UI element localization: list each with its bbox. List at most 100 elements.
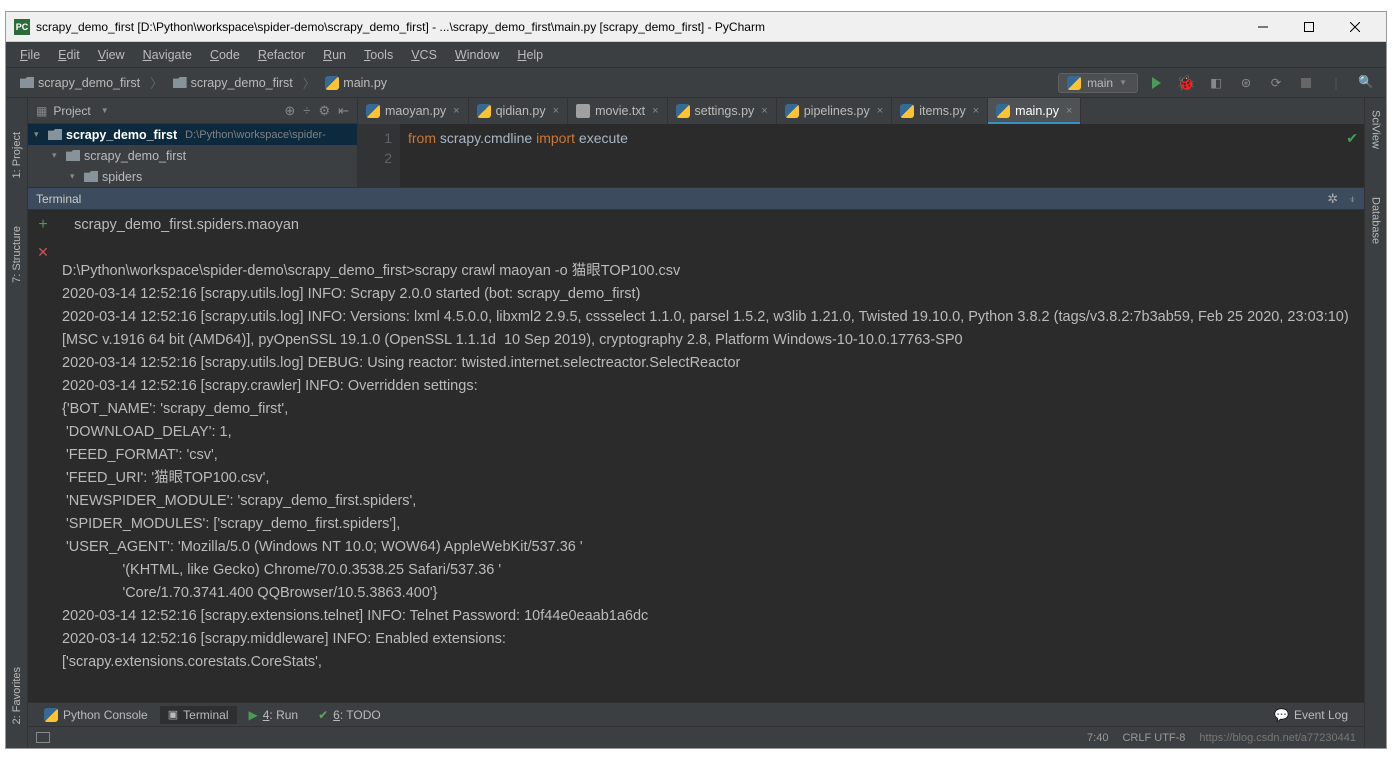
bottom-tab-terminal[interactable]: ▣Terminal [160,706,237,724]
favorites-tool-tab[interactable]: 2: Favorites [9,663,25,728]
sciview-tool-tab[interactable]: SciView [1368,106,1384,153]
python-icon [1067,76,1081,90]
editor-tab[interactable]: qidian.py× [469,98,568,124]
bottom-tab-label: Python Console [63,708,148,722]
close-tab-icon[interactable]: × [1066,105,1072,117]
divide-icon[interactable]: ÷ [303,103,310,119]
tree-caret-icon[interactable]: ▾ [52,150,62,161]
close-tab-icon[interactable]: × [973,105,979,117]
soft-wrap-icon[interactable]: ⍖ [1348,191,1356,207]
editor-tab[interactable]: pipelines.py × [777,98,892,124]
bottom-tab--todo[interactable]: ✔6: TODO [310,706,389,724]
tree-path: D:\Python\workspace\spider- [185,129,326,141]
database-tool-tab[interactable]: Database [1368,193,1384,248]
editor-tab[interactable]: movie.txt × [568,98,667,124]
chevron-down-icon[interactable]: ▼ [101,106,109,115]
run-config-label: main [1087,76,1113,90]
run-button[interactable] [1144,71,1168,95]
tree-row[interactable]: ▾scrapy_demo_first [28,145,357,166]
coverage-button[interactable]: ◧ [1204,71,1228,95]
project-panel: ▦ Project ▼ ⊕ ÷ ⚙ ⇤ ▾scrapy_demo_firstD:… [28,98,358,187]
breadcrumb-item[interactable]: main.py [319,74,393,92]
close-tab-icon[interactable]: × [453,105,459,117]
menu-edit[interactable]: Edit [50,45,88,65]
close-tab-icon[interactable]: × [652,105,658,117]
close-session-button[interactable]: ✕ [37,244,49,261]
menu-window[interactable]: Window [447,45,507,65]
terminal-header: Terminal ✲ ⍖ [28,188,1364,210]
menu-run[interactable]: Run [315,45,354,65]
file-encoding: CRLF UTF-8 [1122,732,1185,744]
close-tab-icon[interactable]: × [761,105,767,117]
tree-row[interactable]: ▾spiders [28,166,357,187]
bottom-tab-python-console[interactable]: Python Console [36,706,156,724]
terminal-output[interactable]: scrapy_demo_first.spiders.maoyan D:\Pyth… [58,210,1364,702]
gear-icon[interactable]: ⚙ [318,103,330,119]
module-name: scrapy.cmdline [440,130,532,146]
menu-help[interactable]: Help [509,45,551,65]
minimize-button[interactable] [1240,13,1286,41]
collapse-icon[interactable]: ⊕ [284,103,295,119]
tree-label: scrapy_demo_first [66,128,177,142]
tab-label: pipelines.py [804,104,870,118]
editor-tab[interactable]: items.py × [892,98,988,124]
gear-icon[interactable]: ✲ [1327,191,1338,207]
tab-label: movie.txt [595,104,645,118]
bottom-tab--run[interactable]: ▶4: Run [241,706,307,724]
file-icon [576,104,590,118]
hide-icon[interactable]: ⇤ [338,103,349,119]
tree-caret-icon[interactable]: ▾ [34,129,44,140]
attach-button[interactable]: ⟳ [1264,71,1288,95]
window-title: scrapy_demo_first [D:\Python\workspace\s… [36,20,765,34]
tab-label: main.py [1015,104,1059,118]
folder-icon [66,150,80,161]
python-icon [676,104,690,118]
tab-label: items.py [919,104,966,118]
keyword-from: from [408,130,436,146]
terminal-icon: ▣ [168,708,178,721]
breadcrumb-item[interactable]: scrapy_demo_first [14,74,146,92]
run-config-dropdown[interactable]: main ▼ [1058,73,1138,93]
title-bar: PC scrapy_demo_first [D:\Python\workspac… [6,12,1386,42]
tree-row[interactable]: ▾ scrapy_demo_first D:\Python\workspace\sp… [28,124,357,145]
close-button[interactable] [1332,13,1378,41]
python-icon [996,104,1010,118]
debug-button[interactable]: 🐞 [1174,71,1198,95]
tree-caret-icon[interactable]: ▾ [70,171,80,182]
maximize-button[interactable] [1286,13,1332,41]
breadcrumb-label: scrapy_demo_first [38,76,140,90]
breadcrumb-item[interactable]: scrapy_demo_first [167,74,299,92]
menu-view[interactable]: View [90,45,133,65]
search-button[interactable]: 🔍 [1354,71,1378,95]
editor-tab[interactable]: main.py × [988,98,1081,124]
menu-code[interactable]: Code [202,45,248,65]
stop-button[interactable] [1294,71,1318,95]
folder-icon [84,171,98,182]
watermark: https://blog.csdn.net/a77230441 [1199,732,1356,744]
tool-windows-icon[interactable] [36,732,50,743]
menu-tools[interactable]: Tools [356,45,401,65]
menu-vcs[interactable]: VCS [403,45,445,65]
menu-navigate[interactable]: Navigate [135,45,200,65]
structure-tool-tab[interactable]: 7: Structure [9,222,25,287]
editor-tab[interactable]: maoyan.py× [358,98,469,124]
project-title: Project [53,104,90,118]
close-tab-icon[interactable]: × [553,105,559,117]
project-tool-tab[interactable]: 1: Project [9,128,25,182]
menu-refactor[interactable]: Refactor [250,45,313,65]
code-area[interactable]: ✔ from scrapy.cmdline import execute [400,124,1364,187]
editor-tab[interactable]: settings.py× [668,98,777,124]
close-tab-icon[interactable]: × [877,105,883,117]
status-bar: 7:40 CRLF UTF-8 https://blog.csdn.net/a7… [28,726,1364,748]
project-tree[interactable]: ▾scrapy_demo_firstD:\Python\workspace\sp… [28,124,357,187]
terminal-context-line: scrapy_demo_first.spiders.maoyan [62,217,299,233]
menu-file[interactable]: File [12,45,48,65]
event-log-label: Event Log [1294,708,1348,722]
event-log-button[interactable]: 💬 Event Log [1266,706,1356,724]
new-session-button[interactable]: + [38,216,47,234]
project-target-icon: ▦ [36,104,47,118]
nav-bar: scrapy_demo_first〉scrapy_demo_first〉main… [6,68,1386,98]
profile-button[interactable]: ⊛ [1234,71,1258,95]
breadcrumb-separator: 〉 [150,73,163,92]
right-tool-gutter: SciView Database [1364,98,1386,748]
